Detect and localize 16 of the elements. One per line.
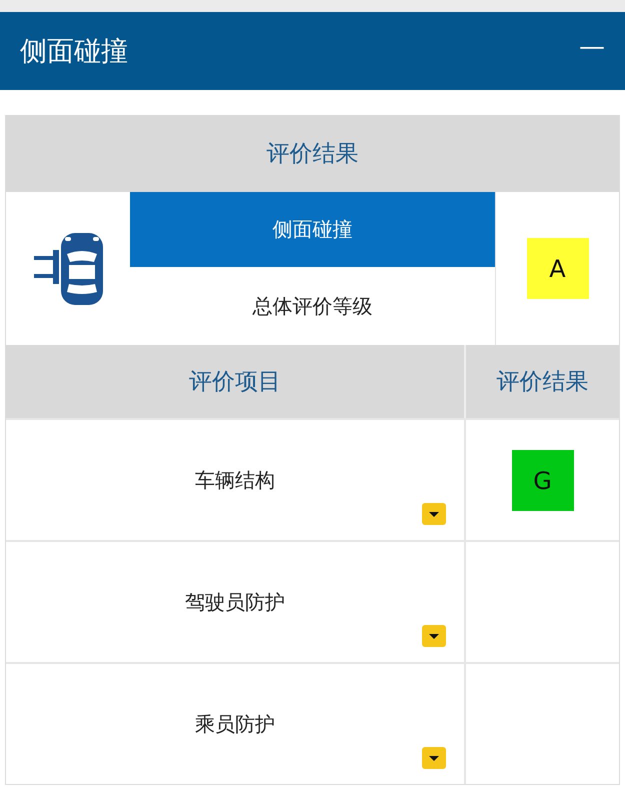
column-header: 评价项目 — [188, 368, 282, 397]
result-heading: 评价结果 — [6, 115, 619, 192]
item-label: 驾驶员防护 — [185, 588, 285, 616]
collapse-button[interactable]: — — [577, 32, 607, 62]
section-title: 侧面碰撞 — [20, 35, 128, 69]
dropdown-icon[interactable] — [422, 503, 446, 525]
dropdown-icon[interactable] — [422, 747, 446, 769]
grade-badge: A — [526, 238, 588, 299]
item-label: 车辆结构 — [195, 466, 275, 494]
column-header: 评价结果 — [464, 345, 619, 418]
item-label: 乘员防护 — [195, 710, 275, 738]
dropdown-icon[interactable] — [422, 625, 446, 647]
side-impact-car-icon — [31, 232, 105, 306]
grade-badge: G — [512, 450, 574, 511]
rating-category-label[interactable]: 总体评价等级 — [130, 267, 495, 345]
rating-category-label[interactable]: 侧面碰撞 — [130, 192, 495, 267]
